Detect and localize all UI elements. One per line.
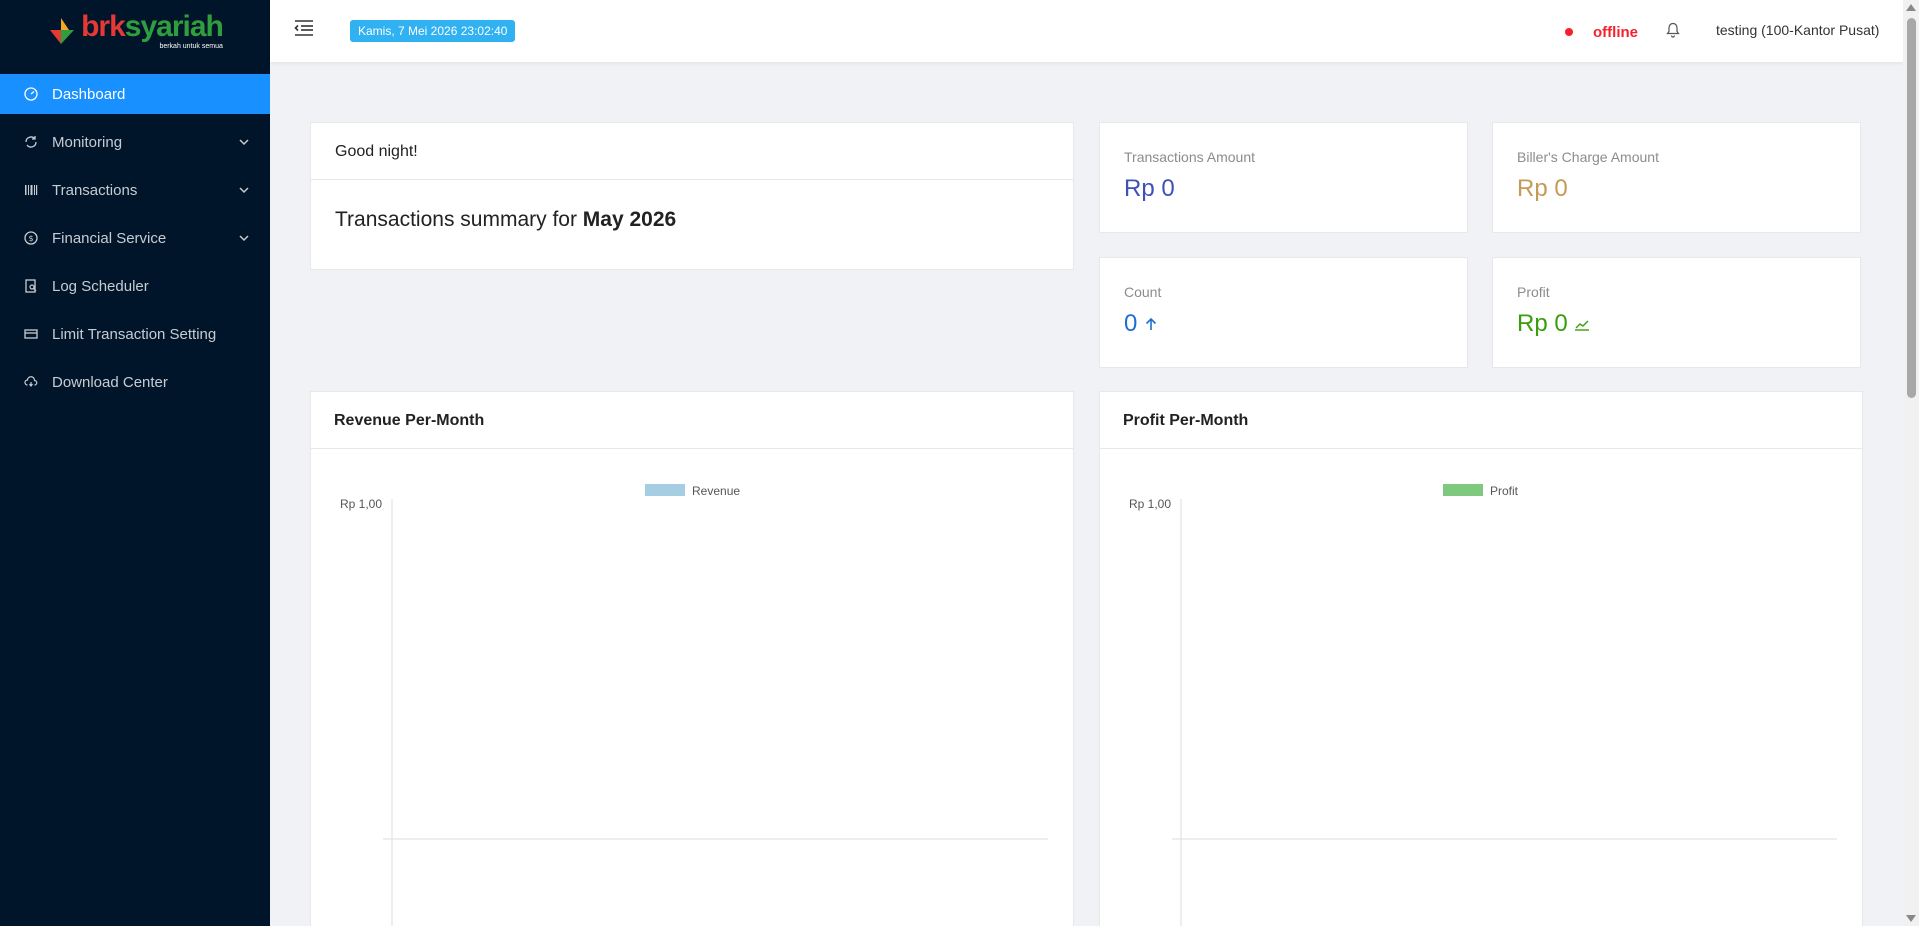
sidebar-item-log-scheduler[interactable]: Log Scheduler	[0, 266, 270, 306]
revenue-chart-card: Revenue Per-Month Revenue Rp 1,00	[310, 391, 1074, 926]
logo-emblem-icon	[50, 18, 75, 44]
legend-swatch-revenue[interactable]	[645, 484, 685, 496]
scroll-up-arrow[interactable]	[1906, 4, 1916, 11]
stat-label: Count	[1124, 284, 1162, 300]
scroll-down-arrow[interactable]	[1906, 915, 1916, 922]
stat-value-text: Rp 0	[1124, 175, 1175, 202]
sidebar-item-label: Transactions	[52, 181, 138, 199]
y-tick-label: Rp 1,00	[1129, 497, 1171, 511]
stat-billers-charge: Biller's Charge Amount Rp 0	[1492, 122, 1861, 233]
sidebar-item-label: Financial Service	[52, 229, 167, 247]
line-chart-icon	[1574, 320, 1589, 331]
sidebar-item-label: Dashboard	[52, 85, 126, 103]
profit-chart-card: Profit Per-Month Profit Rp 1,00	[1099, 391, 1863, 926]
profit-chart: Profit Rp 1,00	[1129, 484, 1837, 926]
stat-count: Count 0	[1099, 257, 1468, 368]
stat-value: Rp 0	[1124, 175, 1443, 203]
dashboard-icon	[24, 87, 38, 101]
summary-period: May 2026	[582, 208, 677, 231]
dollar-circle-icon: $	[24, 231, 38, 245]
stat-label: Profit	[1517, 284, 1550, 300]
stat-value: 0	[1124, 310, 1443, 338]
sidebar-menu: Dashboard Monitoring Transactions $ Fina…	[0, 74, 270, 402]
stat-value-text: Rp 0	[1517, 310, 1568, 337]
page-scrollbar[interactable]	[1903, 0, 1919, 926]
sidebar-item-limit-transaction-setting[interactable]: Limit Transaction Setting	[0, 314, 270, 354]
stat-profit: Profit Rp 0	[1492, 257, 1861, 368]
sidebar-item-label: Monitoring	[52, 133, 123, 151]
menu-fold-icon[interactable]	[294, 19, 314, 37]
stat-value: Rp 0	[1517, 175, 1836, 203]
sidebar-item-dashboard[interactable]: Dashboard	[0, 74, 270, 114]
logo-syariah-text: syariah	[124, 10, 224, 43]
scroll-thumb[interactable]	[1907, 18, 1916, 398]
stat-value-text: Rp 0	[1517, 175, 1568, 202]
chevron-down-icon	[239, 187, 249, 194]
top-header: Kamis, 7 Mei 2026 23:02:40 offline testi…	[270, 0, 1903, 62]
brand-logo[interactable]: brksyariah berkah untuk semua	[0, 0, 270, 62]
chevron-down-icon	[239, 139, 249, 146]
legend-label-revenue: Revenue	[692, 484, 740, 498]
connection-status: offline	[1593, 24, 1638, 41]
summary-prefix: Transactions summary for	[335, 208, 583, 231]
stat-value: Rp 0	[1517, 310, 1836, 338]
bell-icon[interactable]	[1666, 22, 1680, 38]
user-menu[interactable]: testing (100-Kantor Pusat)	[1716, 22, 1879, 38]
sidebar-item-transactions[interactable]: Transactions	[0, 170, 270, 210]
legend-swatch-profit[interactable]	[1443, 484, 1483, 496]
sidebar-item-label: Limit Transaction Setting	[52, 325, 217, 343]
svg-text:$: $	[28, 234, 33, 243]
stat-label: Biller's Charge Amount	[1517, 149, 1659, 165]
legend-label-profit: Profit	[1490, 484, 1519, 498]
status-dot	[1565, 28, 1573, 36]
barcode-icon	[24, 183, 38, 197]
y-tick-label: Rp 1,00	[340, 497, 382, 511]
sidebar-item-monitoring[interactable]: Monitoring	[0, 122, 270, 162]
cloud-download-icon	[24, 375, 38, 389]
sidebar-item-download-center[interactable]: Download Center	[0, 362, 270, 402]
logo-tagline: berkah untuk semua	[159, 43, 223, 50]
revenue-chart: Revenue Rp 1,00	[340, 484, 1048, 926]
sidebar: brksyariah berkah untuk semua Dashboard …	[0, 0, 270, 926]
sidebar-item-label: Download Center	[52, 373, 168, 391]
greeting: Good night!	[311, 123, 1073, 180]
datetime-badge: Kamis, 7 Mei 2026 23:02:40	[350, 20, 516, 42]
stat-value-text: 0	[1124, 310, 1138, 337]
logo-brk-text: brk	[81, 10, 126, 43]
summary-title: Transactions summary for May 2026	[311, 180, 1073, 260]
credit-card-icon	[24, 327, 38, 341]
sync-icon	[24, 135, 38, 149]
chart-title: Revenue Per-Month	[311, 392, 1073, 449]
chart-title: Profit Per-Month	[1100, 392, 1862, 449]
sidebar-item-label: Log Scheduler	[52, 277, 149, 295]
chevron-down-icon	[239, 235, 249, 242]
file-search-icon	[24, 279, 38, 293]
welcome-card: Good night! Transactions summary for May…	[310, 122, 1074, 270]
arrow-up-icon	[1146, 317, 1157, 330]
sidebar-item-financial-service[interactable]: $ Financial Service	[0, 218, 270, 258]
stat-transactions-amount: Transactions Amount Rp 0	[1099, 122, 1468, 233]
stat-label: Transactions Amount	[1124, 149, 1255, 165]
